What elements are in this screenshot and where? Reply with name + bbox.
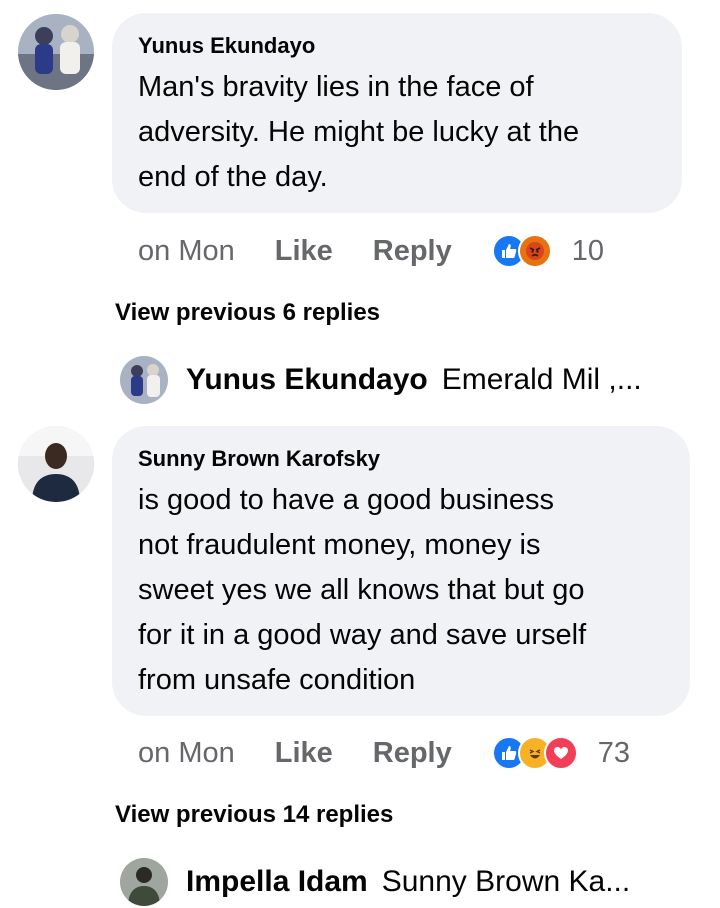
reply-snippet: Emerald Mil ,...: [441, 363, 642, 396]
reaction-summary[interactable]: [491, 234, 552, 268]
comment-author[interactable]: Sunny Brown Karofsky: [138, 446, 380, 472]
reaction-summary[interactable]: [491, 736, 578, 770]
comment-timestamp[interactable]: on Mon: [138, 737, 235, 770]
comment-text-line: for it in a good way and save urself: [138, 619, 587, 651]
reaction-count[interactable]: 73: [598, 737, 630, 770]
latest-reply[interactable]: Impella Idam Sunny Brown Ka...: [120, 856, 680, 908]
latest-reply[interactable]: Yunus Ekundayo Emerald Mil ,...: [120, 354, 680, 406]
comment-bubble: Yunus Ekundayo Man's bravity lies in the…: [112, 13, 682, 213]
comment-text-line: not fraudulent money, money is: [138, 529, 541, 561]
comment-timestamp[interactable]: on Mon: [138, 235, 235, 268]
reply-button[interactable]: Reply: [373, 737, 452, 770]
avatar[interactable]: [120, 858, 168, 906]
comment-text-line: Man's bravity lies in the face of: [138, 71, 534, 103]
love-icon: [543, 736, 578, 770]
comment-text: is good to have a good business not frau…: [138, 478, 586, 703]
comment-actions: on Mon Like Reply 73: [138, 733, 630, 773]
avatar[interactable]: [18, 426, 94, 502]
reply-author[interactable]: Impella Idam: [186, 865, 368, 899]
reply-snippet: Sunny Brown Ka...: [381, 865, 631, 898]
comment-bubble: Sunny Brown Karofsky is good to have a g…: [112, 426, 690, 716]
comment-author[interactable]: Yunus Ekundayo: [138, 33, 315, 59]
comment-text-line: from unsafe condition: [138, 664, 416, 696]
comment-text-line: is good to have a good business: [138, 484, 554, 516]
angry-icon: [517, 234, 552, 268]
comment-text-line: sweet yes we all knows that but go: [138, 574, 585, 606]
reply-author[interactable]: Yunus Ekundayo: [186, 363, 428, 397]
avatar[interactable]: [18, 14, 94, 90]
comment-text-line: adversity. He might be lucky at the: [138, 116, 580, 148]
like-button[interactable]: Like: [275, 737, 333, 770]
reply-button[interactable]: Reply: [373, 235, 452, 268]
view-previous-replies-link[interactable]: View previous 14 replies: [115, 801, 393, 829]
avatar[interactable]: [120, 356, 168, 404]
like-button[interactable]: Like: [275, 235, 333, 268]
reaction-count[interactable]: 10: [572, 235, 604, 268]
comment-text: Man's bravity lies in the face of advers…: [138, 65, 579, 200]
comment-text-line: end of the day.: [138, 161, 328, 193]
view-previous-replies-link[interactable]: View previous 6 replies: [115, 299, 380, 327]
comment-actions: on Mon Like Reply 10: [138, 231, 604, 271]
